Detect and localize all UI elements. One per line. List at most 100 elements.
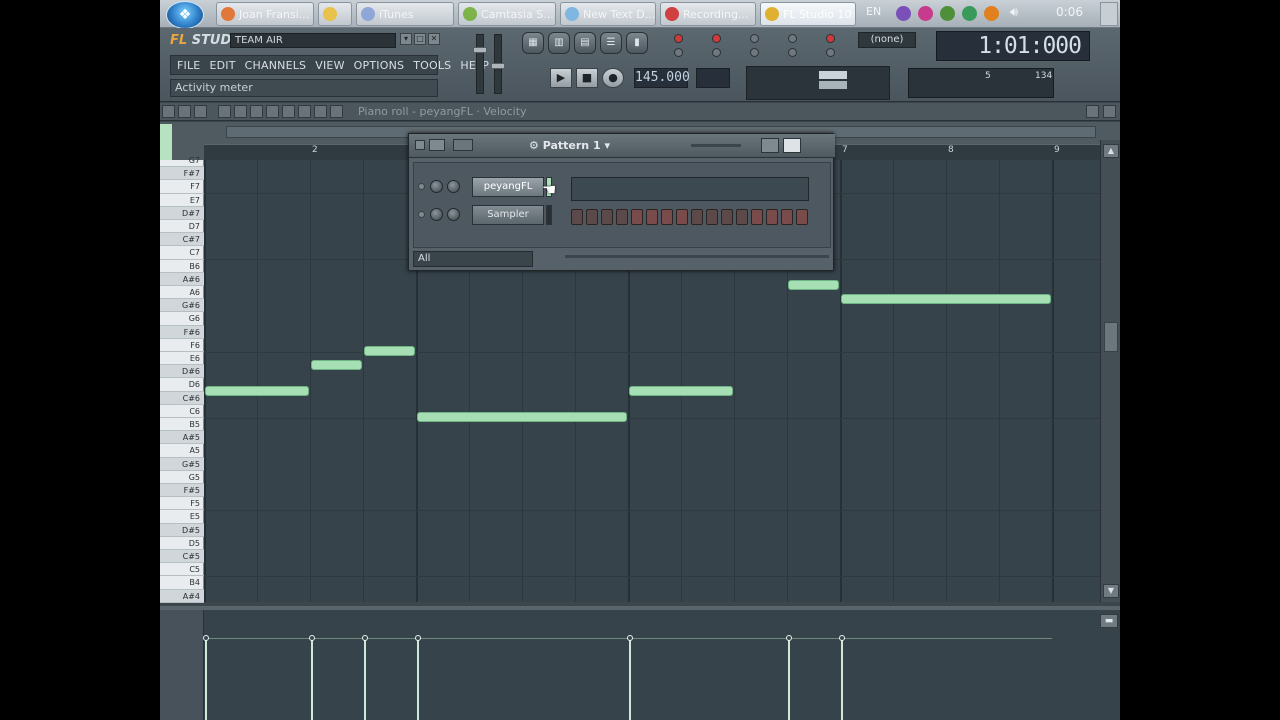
option-led[interactable] bbox=[788, 34, 797, 43]
menu-channels[interactable]: CHANNELS bbox=[245, 59, 307, 72]
playlist-button[interactable]: ▦ bbox=[522, 32, 544, 54]
note[interactable] bbox=[417, 412, 627, 423]
piano-key[interactable]: A6 bbox=[160, 286, 204, 300]
piano-key[interactable]: D5 bbox=[160, 537, 204, 550]
piano-key[interactable]: E6 bbox=[160, 352, 204, 366]
option-led[interactable] bbox=[788, 48, 797, 57]
pan-knob[interactable] bbox=[430, 208, 443, 221]
step-sequencer-button[interactable]: ▥ bbox=[548, 32, 570, 54]
taskbar-button[interactable]: New Text D... bbox=[560, 2, 656, 26]
step-button[interactable] bbox=[676, 209, 688, 225]
volume-knob[interactable] bbox=[447, 208, 460, 221]
clock[interactable]: 0:06 bbox=[1056, 5, 1083, 19]
note[interactable] bbox=[311, 359, 362, 370]
step-button[interactable] bbox=[586, 209, 598, 225]
menu-file[interactable]: FILE bbox=[177, 59, 200, 72]
step-button[interactable] bbox=[721, 209, 733, 225]
snap-selector[interactable]: (none) bbox=[858, 32, 916, 48]
piano-key[interactable]: C#6 bbox=[160, 391, 204, 405]
channel-mute-led[interactable] bbox=[418, 211, 425, 218]
step-button[interactable] bbox=[691, 209, 703, 225]
velocity-handle[interactable] bbox=[362, 635, 368, 641]
piano-key[interactable]: D#6 bbox=[160, 365, 204, 379]
piano-key[interactable]: B4 bbox=[160, 576, 204, 590]
piano-key[interactable]: A#6 bbox=[160, 272, 204, 286]
piano-key[interactable]: B5 bbox=[160, 418, 204, 432]
swing-slider[interactable] bbox=[691, 144, 741, 147]
velocity-bar[interactable] bbox=[417, 638, 419, 720]
close-icon[interactable]: ✕ bbox=[428, 33, 440, 45]
step-button[interactable] bbox=[616, 209, 628, 225]
master-volume-slider[interactable] bbox=[473, 34, 487, 94]
slice-tool-icon[interactable] bbox=[282, 105, 295, 118]
step-button[interactable] bbox=[631, 209, 643, 225]
step-sequencer-titlebar[interactable]: ⚙ Pattern 1 ▾ bbox=[409, 134, 835, 158]
tray-app-icon[interactable] bbox=[940, 6, 955, 21]
piano-key[interactable]: D#7 bbox=[160, 206, 204, 220]
zoom-tool-icon[interactable] bbox=[314, 105, 327, 118]
piano-key[interactable]: D6 bbox=[160, 378, 204, 392]
option-led[interactable] bbox=[750, 34, 759, 43]
tray-app-icon[interactable] bbox=[896, 6, 911, 21]
step-button[interactable] bbox=[751, 209, 763, 225]
taskbar-button[interactable] bbox=[318, 2, 352, 26]
option-led[interactable] bbox=[712, 48, 721, 57]
piano-key[interactable]: C#7 bbox=[160, 233, 204, 247]
step-mode-icon[interactable] bbox=[761, 138, 779, 153]
step-button[interactable] bbox=[661, 209, 673, 225]
piano-key[interactable]: C5 bbox=[160, 563, 204, 577]
taskbar-button[interactable]: Recording... bbox=[660, 2, 756, 26]
start-button[interactable]: ❖ bbox=[166, 1, 204, 29]
velocity-bar[interactable] bbox=[364, 638, 366, 720]
piano-roll-preview[interactable] bbox=[571, 177, 809, 201]
tempo-display[interactable]: 145.000 bbox=[634, 68, 690, 88]
velocity-handle[interactable] bbox=[839, 635, 845, 641]
swing-icon[interactable] bbox=[453, 139, 473, 151]
delete-tool-icon[interactable] bbox=[250, 105, 263, 118]
piano-key[interactable]: D7 bbox=[160, 220, 204, 234]
note[interactable] bbox=[788, 280, 839, 291]
menu-help[interactable]: HELP bbox=[460, 59, 489, 72]
velocity-handle[interactable] bbox=[415, 635, 421, 641]
mixer-button[interactable]: ▮ bbox=[626, 32, 648, 54]
pattern-number-display[interactable] bbox=[696, 68, 730, 88]
taskbar-button[interactable]: FL Studio 10 bbox=[760, 2, 856, 26]
velocity-bar[interactable] bbox=[841, 638, 843, 720]
minimize-icon[interactable]: ▾ bbox=[400, 33, 412, 45]
detach-icon[interactable] bbox=[1086, 105, 1099, 118]
menu-view[interactable]: VIEW bbox=[315, 59, 344, 72]
step-button[interactable] bbox=[766, 209, 778, 225]
tray-app-icon[interactable] bbox=[984, 6, 999, 21]
record-option-led[interactable] bbox=[674, 34, 683, 43]
velocity-bar[interactable] bbox=[311, 638, 313, 720]
velocity-bar[interactable] bbox=[629, 638, 631, 720]
step-button[interactable] bbox=[571, 209, 583, 225]
volume-knob[interactable] bbox=[447, 180, 460, 193]
master-pitch-slider[interactable] bbox=[491, 34, 505, 94]
event-selector[interactable] bbox=[160, 610, 204, 720]
channel-button-sampler[interactable]: Sampler bbox=[472, 205, 544, 225]
menu-options[interactable]: OPTIONS bbox=[354, 59, 405, 72]
velocity-handle[interactable] bbox=[786, 635, 792, 641]
paint-tool-icon[interactable] bbox=[234, 105, 247, 118]
play-button[interactable]: ▶ bbox=[550, 68, 572, 88]
wrench-icon[interactable] bbox=[178, 105, 191, 118]
vertical-scrollbar[interactable]: ▲ ▼ bbox=[1100, 140, 1120, 602]
piano-key[interactable]: E7 bbox=[160, 194, 204, 207]
keyboard-mode-icon[interactable] bbox=[783, 138, 801, 153]
piano-key[interactable]: C6 bbox=[160, 405, 204, 418]
piano-key[interactable]: C7 bbox=[160, 246, 204, 260]
taskbar-button[interactable]: Camtasia S... bbox=[458, 2, 556, 26]
mute-tool-icon[interactable] bbox=[266, 105, 279, 118]
record-button[interactable]: ● bbox=[602, 68, 624, 88]
piano-key[interactable]: F#5 bbox=[160, 484, 204, 498]
close-icon[interactable] bbox=[1103, 105, 1116, 118]
piano-roll-button[interactable]: ▤ bbox=[574, 32, 596, 54]
option-led[interactable] bbox=[750, 48, 759, 57]
piano-key[interactable]: F#6 bbox=[160, 325, 204, 339]
speaker-icon[interactable] bbox=[330, 105, 343, 118]
step-button[interactable] bbox=[646, 209, 658, 225]
tray-shield-icon[interactable] bbox=[962, 6, 977, 21]
piano-key[interactable]: F6 bbox=[160, 339, 204, 352]
piano-key[interactable]: G6 bbox=[160, 312, 204, 326]
